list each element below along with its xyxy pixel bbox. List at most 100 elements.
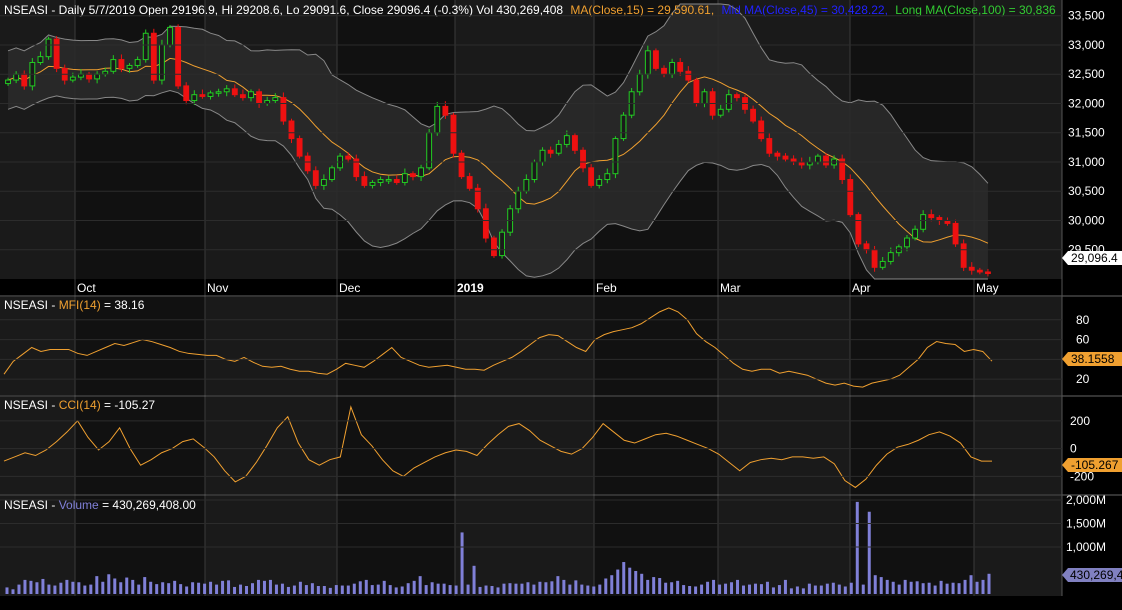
volume-bar bbox=[394, 587, 398, 594]
volume-bar bbox=[418, 576, 422, 594]
cci-badge: -105.267 bbox=[1062, 458, 1122, 472]
volume-bar bbox=[346, 585, 350, 594]
volume-bar bbox=[825, 583, 829, 594]
volume-bar bbox=[604, 578, 608, 594]
volume-bar bbox=[682, 585, 686, 594]
price-y-tick: 30,500 bbox=[1068, 184, 1105, 198]
price-header: NSEASI - Daily 5/7/2019 Open 29196.9, Hi… bbox=[4, 3, 1056, 17]
candle-body bbox=[750, 108, 757, 122]
candle bbox=[353, 154, 360, 182]
candle bbox=[474, 183, 481, 213]
volume-bar bbox=[274, 584, 278, 594]
volume-bar bbox=[29, 580, 33, 594]
candle-body bbox=[312, 170, 319, 186]
candle-body bbox=[304, 155, 311, 172]
candle-body bbox=[547, 149, 554, 154]
volume-bar bbox=[155, 584, 159, 594]
candle-body bbox=[426, 132, 433, 169]
volume-bar bbox=[861, 584, 865, 594]
candle-body bbox=[847, 179, 854, 216]
candle-body bbox=[920, 214, 927, 230]
price-y-tick: 31,500 bbox=[1068, 126, 1105, 140]
volume-bar bbox=[256, 579, 260, 594]
volume-y-tick: 2,000M bbox=[1066, 493, 1106, 507]
candle-body bbox=[320, 179, 327, 186]
candle-body bbox=[539, 149, 546, 163]
candle-body bbox=[685, 70, 692, 81]
candle-body bbox=[239, 94, 246, 99]
candle-body bbox=[725, 94, 732, 110]
volume-bar bbox=[11, 589, 15, 594]
volume-bar bbox=[262, 580, 266, 594]
candle-body bbox=[758, 120, 765, 140]
chart-canvas[interactable]: NSEASI - Daily 5/7/2019 Open 29196.9, Hi… bbox=[0, 0, 1122, 610]
volume-bar bbox=[771, 587, 775, 594]
month-band bbox=[337, 297, 455, 395]
volume-bar bbox=[352, 583, 356, 594]
volume-bar bbox=[616, 569, 620, 594]
volume-bar bbox=[143, 577, 147, 594]
volume-bar bbox=[239, 584, 243, 594]
volume-bar bbox=[843, 586, 847, 594]
cci-prefix: NSEASI - bbox=[4, 398, 59, 412]
volume-bar bbox=[556, 576, 560, 594]
candle-body bbox=[126, 64, 133, 69]
volume-bar bbox=[927, 582, 931, 594]
mfi-y-tick: 20 bbox=[1076, 372, 1090, 386]
volume-bar bbox=[747, 584, 751, 594]
candle-body bbox=[450, 114, 457, 154]
candle-body bbox=[612, 138, 619, 175]
x-tick-label: Feb bbox=[596, 281, 617, 295]
candle-body bbox=[199, 94, 206, 97]
ma-legend: MA(Close,15) = 29,590.61, bbox=[570, 3, 714, 17]
volume-bar bbox=[340, 585, 344, 594]
volume-bar bbox=[592, 586, 596, 594]
volume-bar bbox=[664, 582, 668, 594]
candle-body bbox=[418, 167, 424, 178]
candle-body bbox=[142, 32, 149, 61]
volume-y-tick: 1,000M bbox=[1066, 540, 1106, 554]
cci-y-tick: 200 bbox=[1070, 414, 1090, 428]
candle-body bbox=[912, 228, 918, 239]
volume-bar bbox=[849, 582, 853, 594]
month-band bbox=[337, 496, 455, 596]
candle bbox=[693, 77, 700, 107]
volume-bar bbox=[921, 583, 925, 594]
volume-bar bbox=[197, 582, 201, 594]
candle-body bbox=[223, 88, 230, 93]
volume-bar bbox=[562, 579, 566, 594]
candle-body bbox=[701, 91, 708, 104]
volume-bar bbox=[700, 584, 704, 594]
volume-bar bbox=[173, 580, 177, 594]
volume-bar bbox=[514, 583, 518, 594]
volume-bar bbox=[328, 587, 332, 594]
candle-body bbox=[167, 26, 173, 46]
volume-bar bbox=[89, 584, 93, 594]
mfi-name: MFI(14) bbox=[59, 298, 101, 312]
candle-body bbox=[329, 167, 335, 181]
x-tick-label: Dec bbox=[339, 281, 360, 295]
volume-bar bbox=[466, 584, 470, 594]
volume-bar bbox=[280, 583, 284, 594]
volume-bar bbox=[430, 582, 434, 594]
candle bbox=[847, 174, 854, 217]
volume-bar bbox=[478, 586, 482, 594]
candle bbox=[296, 135, 303, 159]
volume-bar bbox=[364, 579, 368, 594]
volume-bar bbox=[777, 585, 781, 594]
candle-body bbox=[118, 59, 125, 69]
candle-body bbox=[45, 38, 52, 58]
mfi-value: = 38.16 bbox=[104, 298, 145, 312]
candle bbox=[491, 235, 497, 258]
volume-bar bbox=[765, 581, 769, 594]
volume-bar bbox=[885, 579, 889, 594]
month-band bbox=[850, 397, 974, 494]
volume-bar bbox=[209, 581, 213, 594]
candle-body bbox=[21, 73, 28, 87]
candle bbox=[329, 165, 335, 182]
price-badge-text: 29,096.4 bbox=[1071, 251, 1118, 265]
cci-y-tick: 0 bbox=[1070, 442, 1077, 456]
volume-bar bbox=[107, 574, 111, 594]
x-tick-label: Mar bbox=[720, 281, 741, 295]
volume-bar bbox=[304, 585, 308, 594]
